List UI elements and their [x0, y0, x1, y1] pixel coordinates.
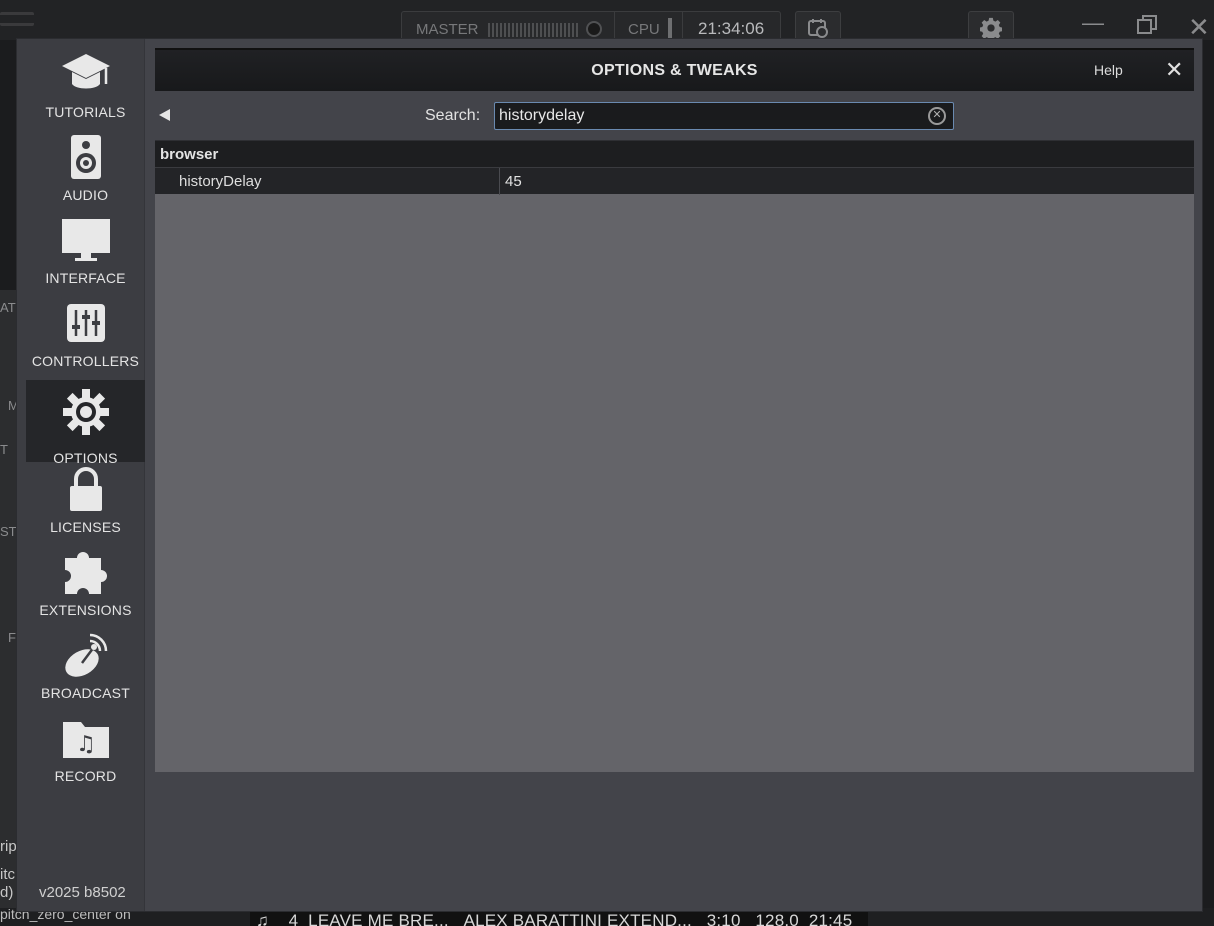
minimize-button[interactable]: —: [1082, 10, 1104, 36]
background-left-panel: [0, 290, 16, 910]
background-fragment: d): [0, 884, 14, 901]
search-label: Search:: [425, 107, 481, 124]
help-button[interactable]: Help: [1094, 62, 1123, 78]
calendar-clock-icon: [808, 19, 828, 38]
track-list-row[interactable]: ♫ 4 LEAVE ME BRE... ALEX BARATTINI EXTEN…: [250, 911, 868, 926]
sidebar-item-label: LICENSES: [50, 519, 121, 535]
master-volume-knob[interactable]: [586, 21, 602, 37]
track-time: 21:45: [808, 911, 853, 926]
background-fragment: itc: [0, 866, 15, 883]
close-dialog-button[interactable]: ✕: [1165, 57, 1183, 83]
sidebar-item-options[interactable]: OPTIONS: [26, 380, 145, 466]
monitor-icon: [26, 214, 145, 266]
satellite-dish-icon: [26, 629, 145, 681]
option-group-row[interactable]: browser: [155, 140, 1194, 167]
master-label: MASTER: [416, 21, 479, 38]
sidebar-item-label: EXTENSIONS: [39, 602, 132, 618]
track-number: 4: [288, 911, 299, 926]
sidebar-item-label: AUDIO: [62, 187, 109, 203]
svg-text:♫: ♫: [76, 732, 96, 757]
track-bpm: 128.0: [755, 911, 799, 926]
option-group-label: browser: [160, 146, 219, 163]
settings-sidebar: TUTORIALS AUDIO INTERFACE CONTROLLERS OP…: [17, 39, 145, 911]
clock: 21:34:06: [698, 19, 765, 38]
graduation-cap-icon: [26, 48, 145, 100]
cpu-label: CPU: [628, 21, 660, 38]
dialog-header: OPTIONS & TWEAKS Help ✕: [155, 48, 1194, 91]
music-folder-icon: ♫: [26, 712, 145, 764]
background-fragment: F: [8, 630, 16, 645]
track-title: LEAVE ME BRE...: [308, 911, 449, 926]
track-artist: ALEX BARATTINI EXTEND...: [463, 911, 692, 926]
dialog-title: OPTIONS & TWEAKS: [591, 62, 758, 79]
background-fragment: AT: [0, 300, 16, 315]
music-note-icon: ♫: [256, 911, 269, 926]
sidebar-item-audio[interactable]: AUDIO: [26, 125, 145, 207]
sidebar-item-label: TUTORIALS: [45, 104, 126, 120]
option-row[interactable]: historyDelay 45: [155, 167, 1194, 195]
background-fragment: ST: [0, 524, 17, 539]
gear-icon: [980, 17, 1002, 39]
cpu-meter: [668, 18, 672, 40]
lock-icon: [26, 463, 145, 515]
search-input[interactable]: [494, 102, 954, 130]
sidebar-item-licenses[interactable]: LICENSES: [26, 457, 145, 539]
column-divider: [499, 168, 500, 195]
sidebar-item-label: CONTROLLERS: [31, 353, 140, 369]
sidebar-item-interface[interactable]: INTERFACE: [26, 208, 145, 290]
gear-icon: [26, 386, 145, 438]
restore-icon: [1137, 15, 1157, 34]
track-row-text: ♫ 4 LEAVE ME BRE... ALEX BARATTINI EXTEN…: [256, 911, 852, 926]
option-value[interactable]: 45: [505, 173, 522, 190]
sidebar-item-label: INTERFACE: [45, 270, 126, 286]
background-fragment: rip: [0, 838, 17, 855]
version-label: v2025 b8502: [39, 884, 126, 901]
options-results-table: browser historyDelay 45: [155, 140, 1194, 772]
clear-search-icon[interactable]: ✕: [928, 107, 946, 125]
menu-grip-icon[interactable]: [0, 12, 34, 26]
sidebar-item-record[interactable]: ♫ RECORD: [26, 706, 145, 788]
sidebar-item-tutorials[interactable]: TUTORIALS: [26, 42, 145, 124]
sidebar-item-label: BROADCAST: [41, 685, 130, 701]
puzzle-icon: [26, 546, 145, 598]
sidebar-item-label: RECORD: [54, 768, 117, 784]
options-dialog: TUTORIALS AUDIO INTERFACE CONTROLLERS OP…: [16, 38, 1203, 912]
sidebar-item-extensions[interactable]: EXTENSIONS: [26, 540, 145, 622]
sliders-icon: [26, 297, 145, 349]
back-arrow-icon[interactable]: [159, 109, 170, 121]
sidebar-item-broadcast[interactable]: BROADCAST: [26, 623, 145, 705]
master-vu-meter: [488, 23, 580, 37]
background-fragment: T: [0, 442, 8, 457]
track-length: 3:10: [706, 911, 741, 926]
option-key: historyDelay: [179, 173, 262, 190]
sidebar-item-controllers[interactable]: CONTROLLERS: [26, 291, 145, 373]
speaker-icon: [26, 131, 145, 183]
